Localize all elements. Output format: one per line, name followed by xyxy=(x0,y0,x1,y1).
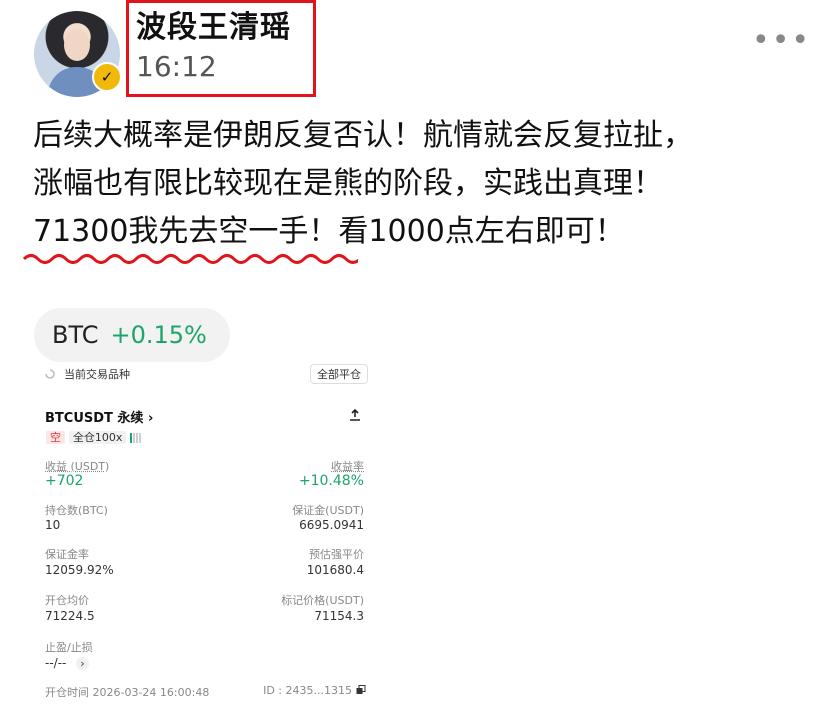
ticker-pill[interactable]: BTC +0.15% xyxy=(34,308,230,362)
loading-arc-icon xyxy=(45,369,55,379)
post-line: 涨幅也有限比较现在是熊的阶段，实践出真理！ xyxy=(33,166,663,201)
order-id: ID : 2435...1315 xyxy=(263,684,352,697)
margin-label: 保证金(USDT) xyxy=(292,504,364,517)
post-time: 16:12 xyxy=(136,50,217,83)
position-card: 当前交易品种 全部平仓 BTCUSDT 永续 › 空 全仓100x 收益 (US… xyxy=(34,360,374,700)
tpsl-value: --/-- xyxy=(45,656,67,670)
margin-mode-tag: 全仓100x xyxy=(68,431,127,444)
margin-value: 6695.0941 xyxy=(299,518,364,532)
ticker-symbol: BTC xyxy=(52,321,99,349)
chevron-right-icon: › xyxy=(147,411,154,426)
roi-value: +10.48% xyxy=(298,473,364,489)
entry-price-label: 开仓均价 xyxy=(45,594,89,607)
open-time: 开仓时间 2026-03-24 16:00:48 xyxy=(45,686,210,699)
share-icon[interactable] xyxy=(348,408,362,422)
chevron-right-icon: › xyxy=(76,657,89,670)
tpsl-row[interactable]: --/-- › xyxy=(45,656,89,670)
pnl-label: 收益 (USDT) xyxy=(45,460,110,473)
post-line: 后续大概率是伊朗反复否认！航情就会反复拉扯， xyxy=(33,118,693,153)
author-name[interactable]: 波段王清瑶 xyxy=(136,2,291,46)
verified-badge-icon: ✓ xyxy=(92,62,122,92)
ticker-change: +0.15% xyxy=(110,321,207,349)
pnl-value: +702 xyxy=(45,473,84,489)
margin-ratio-value: 12059.92% xyxy=(45,563,114,577)
post-body: 后续大概率是伊朗反复否认！航情就会反复拉扯， 涨幅也有限比较现在是熊的阶段，实践… xyxy=(33,112,813,256)
position-label: 持仓数(BTC) xyxy=(45,504,108,517)
entry-price-value: 71224.5 xyxy=(45,609,95,623)
copy-icon[interactable] xyxy=(356,685,366,695)
current-instrument-label: 当前交易品种 xyxy=(64,368,130,381)
wavy-underline xyxy=(22,254,358,264)
tpsl-label: 止盈/止损 xyxy=(45,641,93,654)
post-line: 71300我先去空一手！看1000点左右即可！ xyxy=(33,214,625,249)
pair-name[interactable]: BTCUSDT 永续 › xyxy=(45,407,153,426)
more-icon[interactable]: ••• xyxy=(752,26,811,56)
pair-label: BTCUSDT 永续 xyxy=(45,411,144,426)
liq-price-label: 预估强平价 xyxy=(309,548,364,561)
liq-price-value: 101680.4 xyxy=(306,563,364,577)
mark-price-value: 71154.3 xyxy=(314,609,364,623)
position-value: 10 xyxy=(45,518,61,532)
tag-row: 空 全仓100x xyxy=(46,429,142,445)
leverage-bars-icon xyxy=(130,430,142,444)
roi-label: 收益率 xyxy=(331,460,364,473)
close-all-button[interactable]: 全部平仓 xyxy=(310,364,368,384)
margin-ratio-label: 保证金率 xyxy=(45,548,89,561)
avatar-face xyxy=(64,29,90,61)
mark-price-label: 标记价格(USDT) xyxy=(281,594,364,607)
side-tag: 空 xyxy=(46,431,65,444)
